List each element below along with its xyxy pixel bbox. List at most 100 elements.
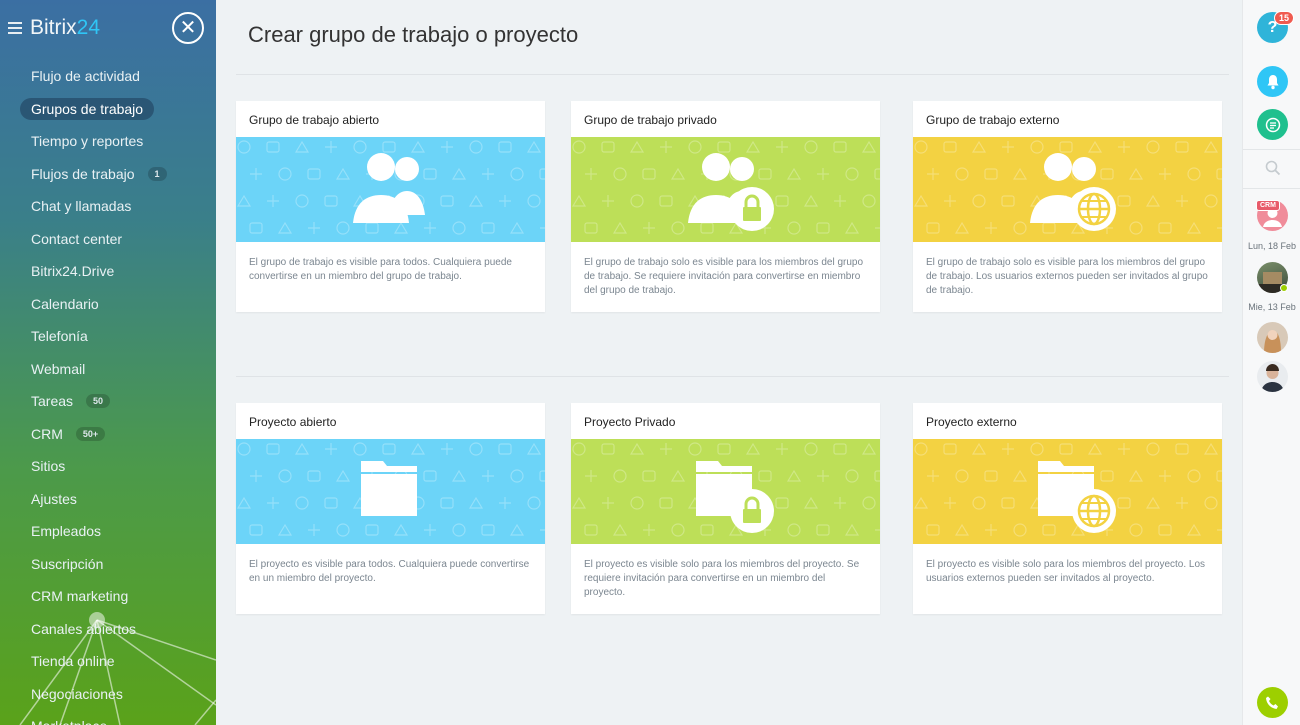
sidebar-item-label: Negociaciones: [31, 685, 123, 702]
search-icon: [1265, 160, 1280, 175]
crm-tag: CRM: [1256, 200, 1280, 211]
sidebar-item[interactable]: Webmail: [20, 353, 216, 386]
left-sidebar: Bitrix 24 ✕ Flujo de actividad Grupos de …: [0, 0, 216, 725]
sidebar-item-label: Suscripción: [31, 555, 104, 572]
sidebar-item-label: Sitios: [31, 458, 66, 475]
menu-icon[interactable]: [8, 22, 22, 34]
separator: [1243, 149, 1300, 150]
card-title: Grupo de trabajo externo: [926, 113, 1060, 127]
date-label: Mie, 13 Feb: [1248, 302, 1296, 312]
sidebar-item[interactable]: Sitios: [20, 450, 216, 483]
sidebar-item-label: CRM: [31, 425, 63, 442]
card-banner: [236, 439, 545, 544]
sidebar-item[interactable]: CRM 50+: [20, 418, 216, 451]
sidebar-item[interactable]: Tienda online: [20, 645, 216, 678]
main-content: Crear grupo de trabajo o proyecto Grupo …: [216, 0, 1242, 725]
sidebar-item[interactable]: Tareas 50: [20, 385, 216, 418]
card-description: El grupo de trabajo solo es visible para…: [584, 257, 864, 296]
search-button[interactable]: [1257, 152, 1288, 183]
chat-list-icon: [1265, 117, 1280, 132]
sidebar-item[interactable]: Telefonía: [20, 320, 216, 353]
avatar[interactable]: [1257, 322, 1288, 353]
card-banner: [236, 137, 545, 242]
sidebar-item-label: Bitrix24.Drive: [31, 263, 115, 280]
sidebar-item[interactable]: Calendario: [20, 288, 216, 321]
sidebar-item[interactable]: Marketplace: [20, 710, 216, 725]
right-bar: ? 15 CRM Lun, 18 Feb Mie, 13 Feb: [1242, 0, 1300, 725]
card-banner: [913, 439, 1222, 544]
workgroup-type-card[interactable]: Grupo de trabajo abierto El grupo de trab…: [236, 101, 545, 312]
project-type-card[interactable]: Proyecto externo El proyecto es visible s…: [913, 403, 1222, 614]
sidebar-item[interactable]: Ajustes: [20, 483, 216, 516]
logo[interactable]: Bitrix 24: [8, 14, 100, 42]
avatar-photo: [1261, 364, 1284, 392]
sidebar-item[interactable]: Chat y llamadas: [20, 190, 216, 223]
sidebar-item[interactable]: Empleados: [20, 515, 216, 548]
sidebar-item[interactable]: Bitrix24.Drive: [20, 255, 216, 288]
page-title: Crear grupo de trabajo o proyecto: [248, 22, 579, 47]
close-icon: ✕: [179, 17, 197, 39]
phone-icon: [1266, 696, 1278, 709]
sidebar-item[interactable]: Contact center: [20, 223, 216, 256]
sidebar-item-label: Calendario: [31, 295, 99, 312]
counter-badge: 50+: [75, 426, 106, 441]
sidebar-item-label: Chat y llamadas: [31, 198, 132, 215]
sidebar-item-label: Telefonía: [31, 328, 88, 345]
sidebar-item[interactable]: Tiempo y reportes: [20, 125, 216, 158]
card-description: El proyecto es visible solo para los mie…: [584, 559, 860, 598]
date-label: Lun, 18 Feb: [1247, 241, 1297, 251]
card-banner: [913, 137, 1222, 242]
help-badge: 15: [1274, 11, 1295, 25]
folder-icon: [341, 447, 441, 542]
card-title: Grupo de trabajo privado: [584, 113, 717, 127]
card-title: Proyecto Privado: [584, 415, 676, 429]
sidebar-item[interactable]: Canales abiertos: [20, 613, 216, 646]
call-button[interactable]: [1257, 687, 1288, 718]
sidebar-item[interactable]: Suscripción: [20, 548, 216, 581]
avatar[interactable]: [1257, 361, 1288, 392]
separator: [1243, 188, 1300, 189]
card-title: Grupo de trabajo abierto: [249, 113, 380, 127]
users-globe-icon: [1018, 145, 1118, 240]
counter-badge: 50: [86, 394, 111, 409]
sidebar-item[interactable]: Negociaciones: [20, 678, 216, 711]
avatar-photo: [1264, 330, 1281, 353]
card-description: El grupo de trabajo solo es visible para…: [926, 257, 1208, 296]
sidebar-item[interactable]: Flujos de trabajo 1: [20, 158, 216, 191]
divider: [236, 74, 1229, 75]
sidebar-item-label: Ajustes: [31, 490, 77, 507]
close-menu-button[interactable]: ✕: [172, 12, 204, 44]
sidebar-item[interactable]: Flujo de actividad: [20, 60, 216, 93]
sidebar-item-label: Canales abiertos: [31, 620, 137, 637]
project-type-card[interactable]: Proyecto abierto El proyecto es visible p…: [236, 403, 545, 614]
sidebar-item-label: Flujos de trabajo: [31, 165, 135, 182]
card-banner: [571, 439, 880, 544]
sidebar-item-label: Contact center: [31, 230, 123, 247]
sidebar-item[interactable]: CRM marketing: [20, 580, 216, 613]
notifications-button[interactable]: [1257, 66, 1288, 97]
sidebar-item-label: Empleados: [31, 523, 102, 540]
online-status: [1280, 284, 1288, 292]
card-description: El grupo de trabajo es visible para todo…: [249, 257, 512, 282]
sidebar-menu: Flujo de actividad Grupos de trabajo Tiemp…: [20, 60, 216, 725]
sidebar-item-label: Marketplace: [20, 715, 118, 725]
workgroup-type-card[interactable]: Grupo de trabajo externo El grupo de trab…: [913, 101, 1222, 312]
logo-suffix: 24: [76, 16, 101, 39]
open-channels-button[interactable]: [1257, 109, 1288, 140]
sidebar-item-label: Tienda online: [31, 653, 115, 670]
divider: [236, 376, 1229, 377]
project-type-card[interactable]: Proyecto Privado El proyecto es visible s…: [571, 403, 880, 614]
workgroup-type-card[interactable]: Grupo de trabajo privado El grupo de trab…: [571, 101, 880, 312]
sidebar-item[interactable]: Grupos de trabajo: [20, 93, 216, 126]
users-lock-icon: [676, 145, 776, 240]
sidebar-item-label: Grupos de trabajo: [20, 97, 155, 120]
card-description: El proyecto es visible solo para los mie…: [926, 559, 1206, 584]
sidebar-item-label: Webmail: [31, 360, 86, 377]
card-banner: [571, 137, 880, 242]
users-icon: [341, 145, 441, 240]
folder-globe-icon: [1018, 447, 1118, 542]
card-description: El proyecto es visible para todos. Cualq…: [249, 559, 530, 584]
sidebar-item-label: Flujo de actividad: [31, 68, 140, 85]
card-title: Proyecto externo: [926, 415, 1017, 429]
card-title: Proyecto abierto: [249, 415, 337, 429]
